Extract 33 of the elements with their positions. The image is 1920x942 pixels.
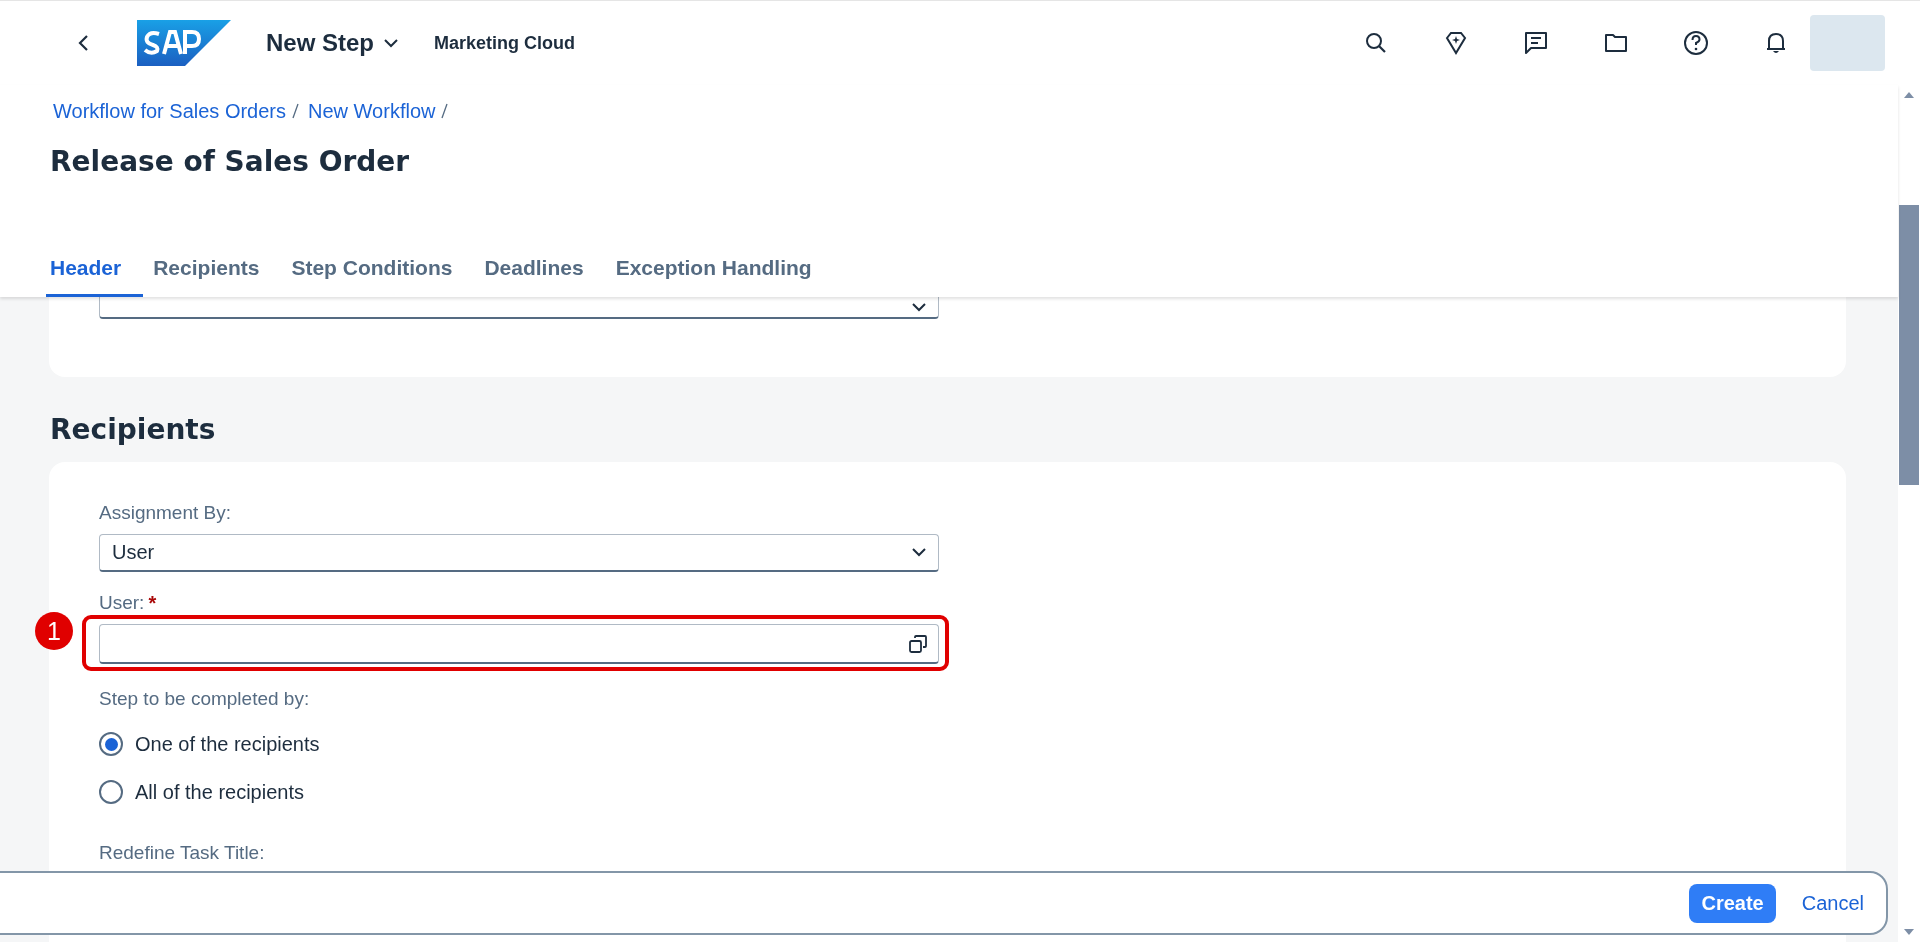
- section-title: Recipients: [50, 413, 217, 446]
- breadcrumb-separator-icon: [441, 103, 449, 119]
- field-label: User:: [99, 592, 145, 614]
- back-icon[interactable]: [77, 34, 91, 52]
- cancel-button[interactable]: Cancel: [1801, 891, 1864, 915]
- breadcrumb-link[interactable]: Workflow for Sales Orders: [53, 99, 287, 123]
- caret-icon[interactable]: [912, 548, 926, 557]
- dropdown-field[interactable]: User: [99, 534, 939, 572]
- scroll-down-icon[interactable]: [1903, 928, 1915, 936]
- value-help-icon[interactable]: [908, 633, 928, 654]
- field-label: Assignment By:: [99, 502, 232, 524]
- page-title: Release of Sales Order: [50, 145, 411, 178]
- breadcrumb-separator-icon: [292, 103, 300, 119]
- scroll-up-icon[interactable]: [1903, 91, 1915, 99]
- field-label: Redefine Task Title:: [99, 842, 266, 864]
- caret-icon[interactable]: [912, 302, 926, 312]
- dropdown-field[interactable]: [99, 297, 939, 319]
- tab[interactable]: Step Conditions: [287, 248, 475, 297]
- radio-option[interactable]: All of the recipients: [99, 768, 1796, 816]
- logo-icon: [137, 20, 231, 66]
- annotation-number: 1: [35, 612, 73, 650]
- input-field[interactable]: [99, 624, 939, 664]
- tab[interactable]: Recipients: [149, 248, 282, 297]
- app-title-menu[interactable]: New Step: [266, 29, 399, 57]
- breadcrumb-link[interactable]: New Workflow: [308, 99, 436, 123]
- caret-icon[interactable]: [384, 38, 399, 48]
- required-mark: *: [148, 592, 157, 616]
- radio-option[interactable]: One of the recipients: [99, 720, 1796, 768]
- field-label: Step to be completed by:: [99, 688, 311, 710]
- app-subtitle: Marketing Cloud: [434, 32, 576, 54]
- tab[interactable]: Exception Handling: [611, 248, 834, 297]
- create-button[interactable]: Create: [1689, 883, 1776, 923]
- tab[interactable]: Deadlines: [480, 248, 606, 297]
